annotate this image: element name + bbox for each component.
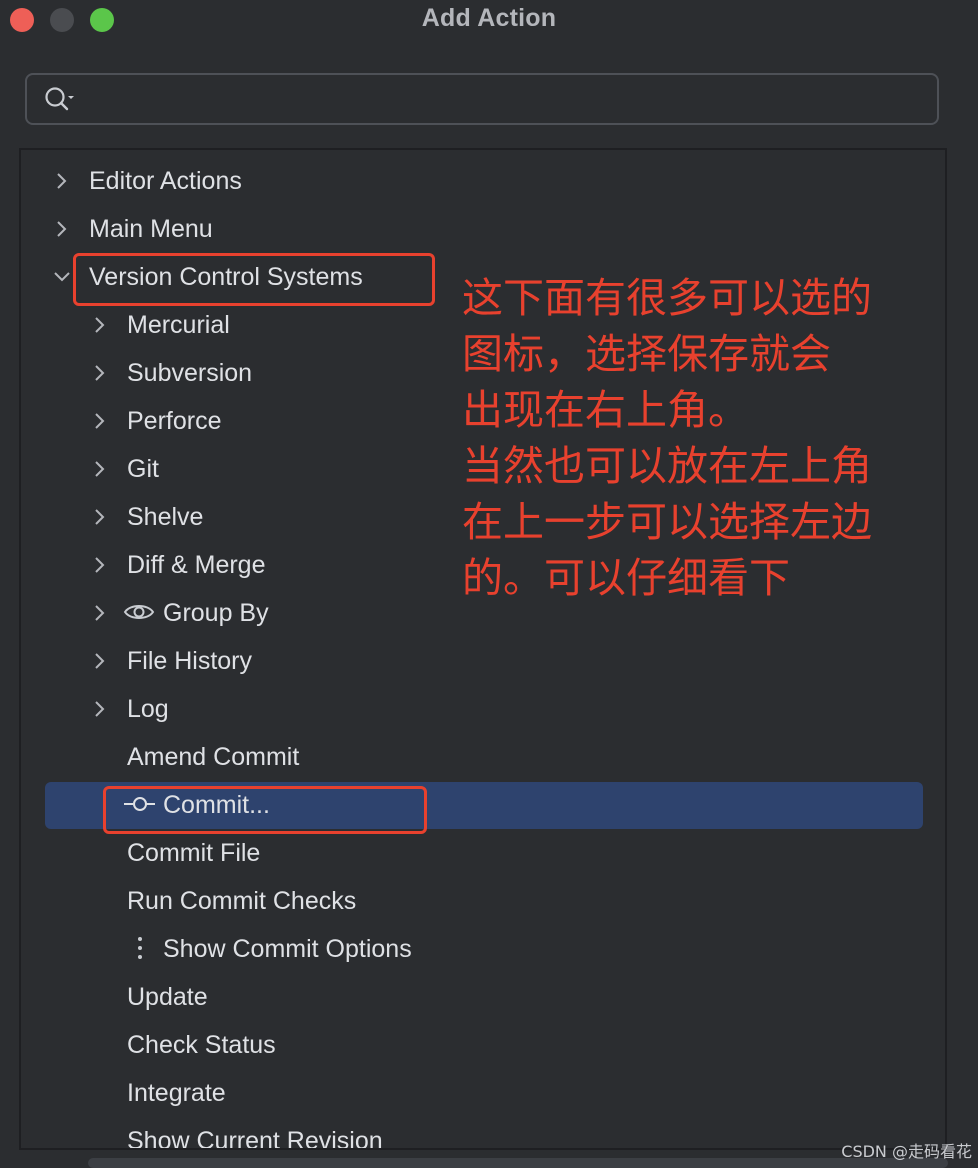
- chevron-right-icon[interactable]: [91, 410, 109, 432]
- chevron-right-icon[interactable]: [91, 314, 109, 336]
- chevron-right-icon[interactable]: [91, 362, 109, 384]
- tree-item[interactable]: Update: [21, 974, 945, 1022]
- tree-item-label: Integrate: [127, 1079, 226, 1107]
- tree-item-label: Run Commit Checks: [127, 887, 357, 915]
- tree-item-label: Shelve: [127, 503, 204, 531]
- chevron-down-icon[interactable]: [53, 266, 71, 288]
- tree-item-label: Check Status: [127, 1031, 276, 1059]
- chevron-right-icon[interactable]: [91, 650, 109, 672]
- tree-item[interactable]: Show Commit Options: [21, 926, 945, 974]
- window-title: Add Action: [421, 4, 557, 32]
- horizontal-scrollbar[interactable]: [88, 1158, 948, 1168]
- annotation-line: 在上一步可以选择左边: [462, 498, 872, 546]
- tree-item-label: Diff & Merge: [127, 551, 266, 579]
- search-icon[interactable]: [43, 85, 77, 113]
- tree-item-label: Show Current Revision: [127, 1127, 383, 1150]
- tree-item[interactable]: Editor Actions: [21, 158, 945, 206]
- chevron-right-icon[interactable]: [53, 218, 71, 240]
- eye-icon: [123, 600, 155, 629]
- tree-item-label: Commit File: [127, 839, 261, 867]
- search-field[interactable]: [25, 73, 939, 125]
- tree-item[interactable]: File History: [21, 638, 945, 686]
- vertical-ellipsis-icon: [135, 935, 145, 968]
- tree-item[interactable]: Run Commit Checks: [21, 878, 945, 926]
- search-input[interactable]: [93, 83, 927, 117]
- tree-item-label: Subversion: [127, 359, 253, 387]
- add-action-dialog: Add Action Editor Actions Main Menu Versio…: [0, 0, 978, 1168]
- tree-item[interactable]: Log: [21, 686, 945, 734]
- tree-item[interactable]: Main Menu: [21, 206, 945, 254]
- annotation-line: 图标，选择保存就会: [462, 330, 831, 378]
- chevron-right-icon[interactable]: [91, 698, 109, 720]
- chevron-right-icon[interactable]: [91, 554, 109, 576]
- tree-item[interactable]: Integrate: [21, 1070, 945, 1118]
- highlight-box-commit: [103, 786, 427, 834]
- chevron-right-icon[interactable]: [91, 506, 109, 528]
- annotation-line: 的。可以仔细看下: [462, 554, 790, 602]
- chevron-right-icon[interactable]: [91, 602, 109, 624]
- chevron-right-icon[interactable]: [91, 458, 109, 480]
- tree-item-label: Mercurial: [127, 311, 230, 339]
- annotation-line: 这下面有很多可以选的: [462, 274, 872, 322]
- tree-item-label: Update: [127, 983, 208, 1011]
- tree-item-label: Git: [127, 455, 159, 483]
- highlight-box-version-control: [73, 253, 435, 306]
- watermark: CSDN @走码看花: [841, 1142, 972, 1161]
- tree-item[interactable]: Amend Commit: [21, 734, 945, 782]
- tree-item[interactable]: Commit File: [21, 830, 945, 878]
- tree-item-label: Perforce: [127, 407, 222, 435]
- tree-item[interactable]: Check Status: [21, 1022, 945, 1070]
- tree-item-label: Editor Actions: [89, 167, 242, 195]
- tree-item-label: Show Commit Options: [163, 935, 412, 963]
- annotation-text: 这下面有很多可以选的 图标，选择保存就会 出现在右上角。 当然也可以放在左上角 …: [462, 270, 962, 606]
- tree-item-label: Amend Commit: [127, 743, 300, 771]
- annotation-line: 当然也可以放在左上角: [462, 442, 872, 490]
- tree-item-label: Group By: [163, 599, 269, 627]
- tree-item-label: File History: [127, 647, 253, 675]
- tree-item-label: Main Menu: [89, 215, 213, 243]
- tree-item-label: Log: [127, 695, 169, 723]
- chevron-right-icon[interactable]: [53, 170, 71, 192]
- annotation-line: 出现在右上角。: [462, 386, 749, 434]
- tree-item[interactable]: Show Current Revision: [21, 1118, 945, 1150]
- title-bar: Add Action: [0, 0, 978, 44]
